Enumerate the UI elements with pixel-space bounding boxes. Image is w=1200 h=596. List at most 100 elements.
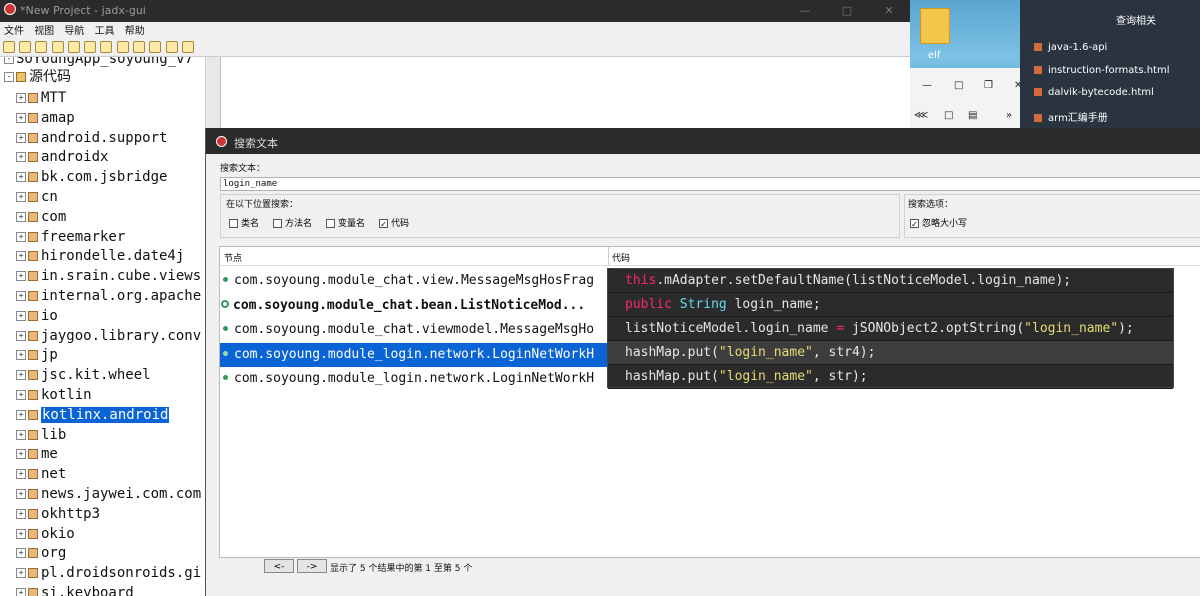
expand-icon[interactable]: + — [16, 211, 26, 222]
prev-page-button[interactable]: <- — [264, 559, 294, 573]
preferences-icon[interactable] — [182, 41, 194, 53]
expand-icon[interactable]: + — [16, 528, 26, 539]
forward-icon[interactable] — [133, 41, 145, 53]
result-row[interactable]: com.soyoung.module_chat.bean.ListNoticeM… — [220, 294, 608, 318]
panel-item[interactable]: instruction-formats.html — [1034, 65, 1170, 76]
expand-icon[interactable]: + — [16, 350, 26, 361]
code-line[interactable]: listNoticeModel.login_name = jSONObject2… — [608, 317, 1173, 341]
tree-package-item[interactable]: + jaygoo.library.conv — [16, 326, 201, 346]
expand-icon[interactable]: + — [16, 370, 26, 381]
code-line[interactable]: this.mAdapter.setDefaultName(listNoticeM… — [608, 269, 1173, 293]
tree-package-item[interactable]: + lib — [16, 425, 66, 445]
share-icon[interactable]: ⋘ — [914, 110, 928, 121]
open-file-icon[interactable] — [3, 41, 15, 53]
minimize-icon[interactable]: — — [790, 0, 820, 22]
expand-icon[interactable]: + — [16, 172, 26, 183]
tree-package-item[interactable]: + io — [16, 306, 58, 326]
tree-package-item[interactable]: + hirondelle.date4j — [16, 246, 184, 266]
checkbox-icon[interactable] — [326, 219, 335, 228]
code-column-header[interactable]: 代码 — [612, 251, 630, 264]
menu-file[interactable]: 文件 — [4, 26, 24, 37]
export-icon[interactable] — [52, 41, 64, 53]
result-row[interactable]: com.soyoung.module_chat.view.MessageMsgH… — [220, 269, 608, 293]
tree-source-node[interactable]: - 源代码 — [4, 67, 71, 87]
tree-package-item[interactable]: + news.jaywei.com.com — [16, 484, 201, 504]
tree-package-item[interactable]: + jp — [16, 345, 58, 365]
expand-icon[interactable]: + — [16, 449, 26, 460]
checkbox-icon[interactable]: ✓ — [910, 219, 919, 229]
tree-package-item[interactable]: + kotlinx.android — [16, 405, 170, 425]
collapse-icon[interactable]: - — [4, 72, 14, 82]
tree-package-item[interactable]: + in.srain.cube.views — [16, 266, 201, 286]
expand-icon[interactable]: + — [16, 192, 26, 202]
search-text-icon[interactable] — [84, 41, 96, 53]
code-line[interactable]: public String login_name; — [608, 293, 1173, 317]
panel-item[interactable]: arm汇编手册 — [1034, 109, 1108, 124]
code-line[interactable]: hashMap.put("login_name", str); — [608, 365, 1173, 389]
expand-icon[interactable]: + — [16, 251, 26, 262]
expand-icon[interactable]: + — [16, 390, 26, 400]
expand-icon[interactable]: + — [16, 291, 26, 301]
close-icon[interactable]: ✕ — [874, 0, 904, 22]
expand-icon[interactable]: + — [16, 271, 26, 282]
panel-item[interactable]: java-1.6-api — [1034, 42, 1107, 53]
code-line[interactable]: hashMap.put("login_name", str4); — [608, 341, 1173, 365]
checkbox-icon[interactable] — [273, 219, 282, 228]
menu-navigate[interactable]: 导航 — [64, 26, 84, 37]
maximize-icon[interactable]: □ — [954, 80, 963, 91]
next-page-button[interactable]: -> — [297, 559, 327, 573]
tree-package-item[interactable]: + pl.droidsonroids.gi — [16, 563, 201, 583]
expand-icon[interactable]: + — [16, 469, 26, 480]
ignore-case-checkbox[interactable]: ✓ 忽略大小写 — [910, 216, 967, 229]
save-icon[interactable] — [19, 41, 31, 53]
tree-package-item[interactable]: + freemarker — [16, 227, 125, 247]
log-icon[interactable] — [166, 41, 178, 53]
panel-item[interactable]: dalvik-bytecode.html — [1034, 87, 1154, 98]
source-tree[interactable]: - SoYoungApp_soyoung_v7 - 源代码 + MTT + amap + an… — [0, 57, 205, 596]
maximize-icon[interactable]: □ — [832, 0, 862, 22]
save-all-icon[interactable] — [35, 41, 47, 53]
tree-package-item[interactable]: + net — [16, 464, 66, 484]
expand-icon[interactable]: + — [16, 508, 26, 519]
view-icon[interactable]: ▤ — [968, 110, 977, 121]
deobfuscation-icon[interactable] — [149, 41, 161, 53]
expand-icon[interactable]: + — [16, 152, 26, 163]
expand-icon[interactable]: + — [16, 310, 26, 321]
tree-package-item[interactable]: + org — [16, 543, 66, 563]
result-row[interactable]: com.soyoung.module_login.network.LoginNe… — [220, 367, 608, 391]
menu-tools[interactable]: 工具 — [95, 26, 115, 37]
expand-icon[interactable]: + — [16, 429, 26, 440]
checkbox-icon[interactable] — [229, 219, 238, 228]
tree-package-item[interactable]: + jsc.kit.wheel — [16, 365, 151, 385]
scope-method-checkbox[interactable]: 方法名 — [273, 216, 312, 229]
expand-icon[interactable]: + — [16, 568, 26, 579]
delete-icon[interactable]: □ — [944, 110, 953, 121]
tree-package-item[interactable]: + androidx — [16, 147, 108, 167]
folder-icon[interactable] — [920, 8, 950, 44]
tree-package-item[interactable]: + amap — [16, 108, 75, 128]
expand-icon[interactable]: + — [16, 548, 26, 559]
more-icon[interactable]: » — [1006, 110, 1012, 121]
column-divider[interactable] — [608, 247, 609, 265]
expand-icon[interactable]: + — [16, 112, 26, 123]
tree-package-item[interactable]: + bk.com.jsbridge — [16, 167, 167, 187]
minimize-icon[interactable]: — — [922, 80, 932, 91]
expand-icon[interactable]: + — [16, 409, 26, 420]
tree-package-item[interactable]: + cn — [16, 187, 58, 207]
tree-package-item[interactable]: + com — [16, 207, 66, 227]
tree-package-item[interactable]: + okhttp3 — [16, 504, 100, 524]
expand-icon[interactable]: + — [16, 489, 26, 499]
expand-icon[interactable]: + — [16, 330, 26, 341]
node-column-header[interactable]: 节点 — [224, 251, 242, 264]
desktop-folder-label[interactable]: elf — [928, 50, 940, 61]
back-icon[interactable] — [117, 41, 129, 53]
result-row[interactable]: com.soyoung.module_login.network.LoginNe… — [220, 342, 608, 367]
tree-package-item[interactable]: + me — [16, 444, 58, 464]
sync-icon[interactable] — [68, 41, 80, 53]
search-class-icon[interactable] — [100, 41, 112, 53]
tree-package-item[interactable]: + si.keyboard — [16, 583, 134, 596]
expand-icon[interactable]: + — [16, 132, 26, 143]
expand-icon[interactable]: + — [16, 588, 26, 596]
tree-package-item[interactable]: + internal.org.apache — [16, 286, 201, 306]
search-input[interactable]: login_name — [220, 177, 1200, 191]
